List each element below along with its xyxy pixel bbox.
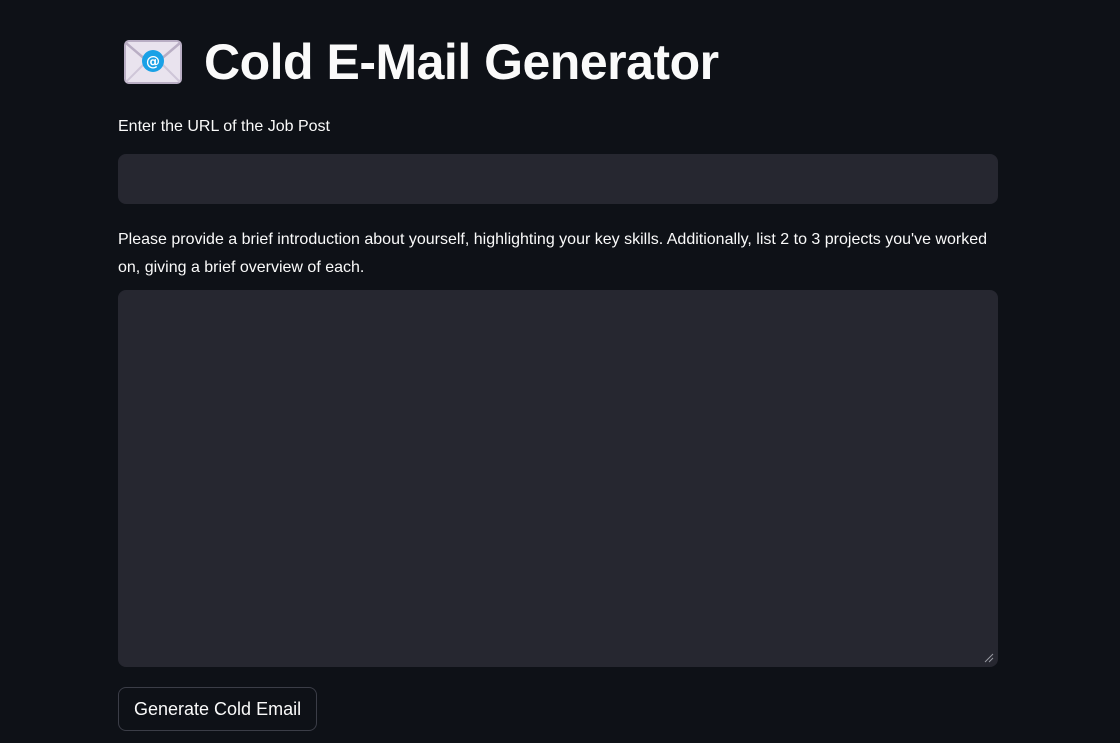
title-row: @ Cold E-Mail Generator (124, 30, 719, 94)
job-url-input[interactable] (118, 154, 998, 204)
envelope-with-at-sign-icon: @ (124, 40, 182, 84)
svg-text:@: @ (146, 54, 160, 70)
app-root: @ Cold E-Mail Generator Enter the URL of… (0, 0, 1120, 743)
introduction-label: Please provide a brief introduction abou… (118, 231, 987, 276)
resize-handle-icon[interactable] (984, 653, 994, 663)
job-url-label: Enter the URL of the Job Post (118, 118, 330, 135)
introduction-textarea[interactable] (118, 290, 998, 667)
page-title: Cold E-Mail Generator (204, 34, 719, 90)
generate-cold-email-button[interactable]: Generate Cold Email (118, 687, 318, 731)
